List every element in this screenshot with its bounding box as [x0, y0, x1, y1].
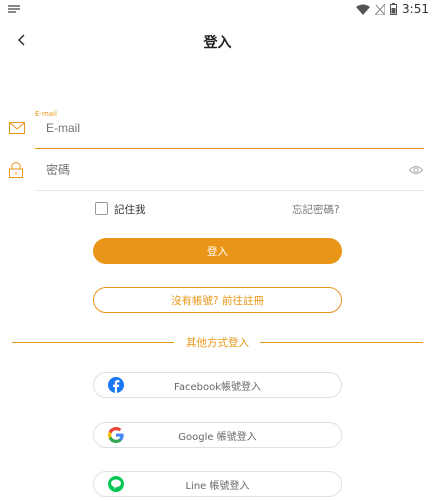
no-signal-icon	[375, 3, 386, 15]
login-button[interactable]: 登入	[93, 238, 342, 264]
email-floating-label: E-mail	[35, 110, 57, 118]
facebook-login-button[interactable]: Facebook帳號登入	[93, 372, 342, 398]
eye-icon[interactable]	[409, 165, 423, 175]
email-underline	[35, 148, 424, 149]
register-button[interactable]: 沒有帳號? 前往註冊	[93, 287, 342, 313]
notification-icon	[8, 5, 20, 13]
register-button-label: 沒有帳號? 前往註冊	[171, 294, 264, 307]
email-input[interactable]	[46, 121, 386, 135]
mail-icon	[9, 122, 25, 134]
battery-icon	[390, 3, 398, 15]
status-bar: 3:51	[0, 0, 435, 20]
line-login-label: Line 帳號登入	[185, 481, 250, 492]
google-login-label: Google 帳號登入	[178, 432, 257, 443]
clock: 3:51	[402, 2, 429, 16]
line-login-button[interactable]: Line 帳號登入	[93, 471, 342, 497]
app-header: 登入	[0, 24, 435, 60]
google-login-button[interactable]: Google 帳號登入	[93, 422, 342, 448]
facebook-login-label: Facebook帳號登入	[174, 382, 261, 393]
page-title: 登入	[203, 35, 232, 51]
password-input[interactable]	[46, 163, 366, 177]
remember-me-label: 記住我	[114, 204, 146, 216]
wifi-icon	[356, 4, 371, 15]
password-underline	[35, 190, 424, 191]
forgot-password-link[interactable]: 忘記密碼?	[292, 202, 340, 217]
lock-icon	[9, 162, 23, 178]
divider-line-right	[260, 342, 423, 343]
login-button-label: 登入	[207, 245, 228, 258]
remember-me-checkbox[interactable]	[95, 202, 108, 215]
password-field	[0, 152, 435, 192]
email-field: E-mail	[0, 110, 435, 150]
